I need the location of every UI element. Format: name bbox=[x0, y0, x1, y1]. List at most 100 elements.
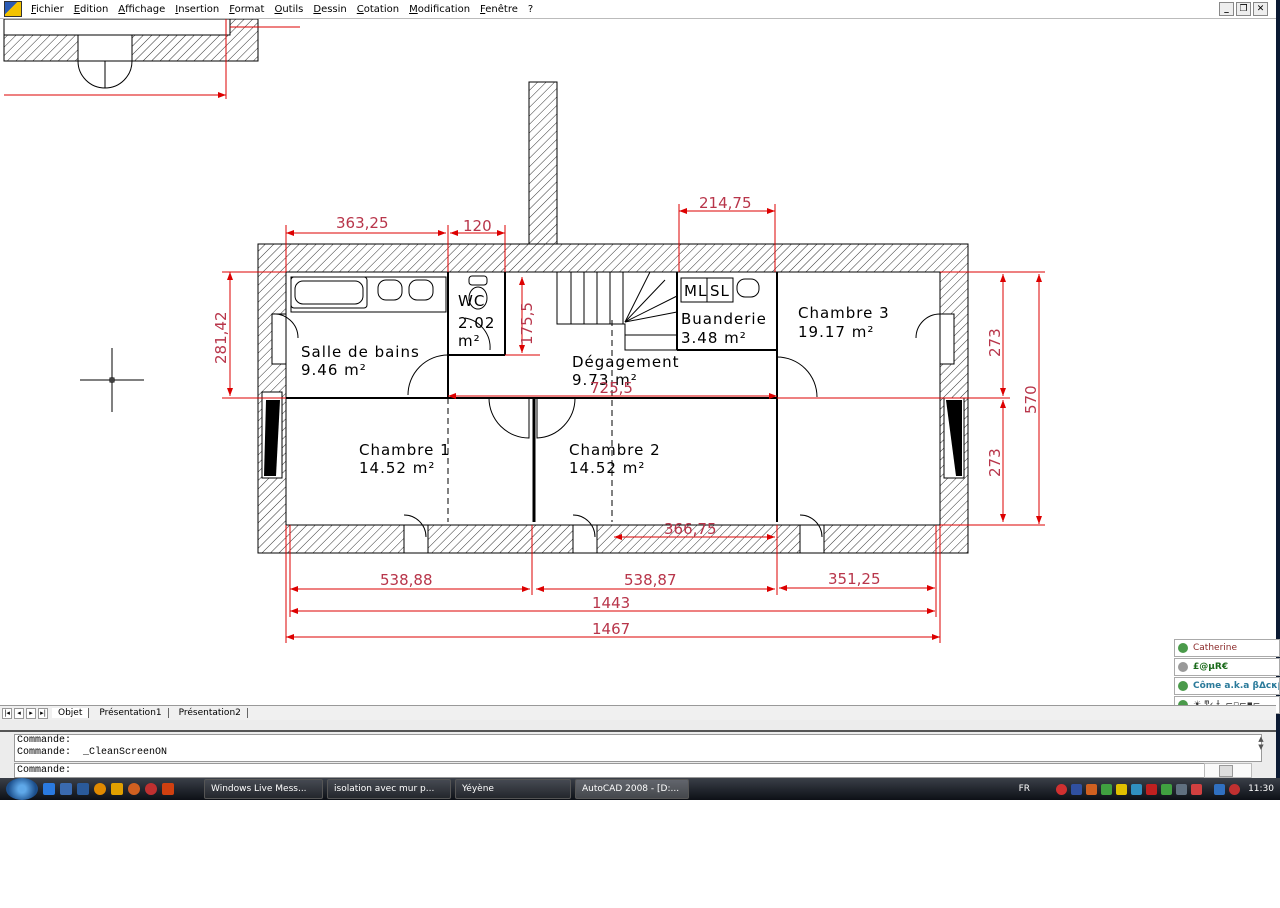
tray-icon[interactable] bbox=[1191, 783, 1203, 795]
menu-dessin[interactable]: Dessin bbox=[313, 4, 346, 15]
dim-1443: 1443 bbox=[592, 594, 630, 612]
dim-1467: 1467 bbox=[592, 620, 630, 638]
close-button[interactable]: ✕ bbox=[1253, 2, 1268, 16]
dim-363-25: 363,25 bbox=[336, 214, 389, 232]
window-controls: _ ❐ ✕ bbox=[1219, 2, 1268, 16]
command-scrollbar[interactable]: ▲ ▼ bbox=[1256, 735, 1266, 760]
room-unit-wc: m² bbox=[458, 332, 481, 350]
app-icon[interactable] bbox=[145, 783, 157, 795]
start-button[interactable] bbox=[6, 778, 38, 800]
tab-presentation2[interactable]: Présentation2 bbox=[173, 708, 248, 718]
scroll-thumb[interactable] bbox=[1219, 765, 1233, 777]
flash-icon[interactable] bbox=[162, 783, 174, 795]
menu-outils[interactable]: Outils bbox=[274, 4, 303, 15]
tray-icon[interactable] bbox=[1101, 783, 1113, 795]
language-indicator[interactable]: FR bbox=[1019, 784, 1030, 794]
menu-cotation[interactable]: Cotation bbox=[357, 4, 399, 15]
tray-icon[interactable] bbox=[1161, 783, 1173, 795]
tray-icon[interactable] bbox=[1131, 783, 1143, 795]
room-name-degagement: Dégagement bbox=[572, 353, 679, 371]
command-history: Commande: Commande: _CleanScreenON bbox=[14, 734, 1262, 762]
network-icon[interactable] bbox=[1214, 783, 1226, 795]
contact-name: Côme a.k.a βΔcκβι... bbox=[1193, 681, 1279, 691]
horizontal-scroll-area bbox=[0, 720, 1276, 730]
room-name-chambre-2: Chambre 2 bbox=[569, 441, 661, 459]
command-hscrollbar[interactable] bbox=[1204, 763, 1252, 778]
task-autocad[interactable]: AutoCAD 2008 - [D:... bbox=[575, 779, 689, 799]
room-area-chambre-2: 14.52 m² bbox=[569, 459, 645, 477]
switch-windows-icon[interactable] bbox=[77, 783, 89, 795]
room-area-buanderie: 3.48 m² bbox=[681, 329, 747, 347]
contact-item[interactable]: £@µR€ bbox=[1174, 658, 1280, 676]
room-area-chambre-1: 14.52 m² bbox=[359, 459, 435, 477]
dim-366-75: 366,75 bbox=[664, 520, 717, 538]
autocad-app-icon[interactable] bbox=[4, 1, 22, 17]
floor-plan: ML SL Salle de bains 9.46 m² WC 2.02 m² … bbox=[3, 18, 1045, 643]
dim-120: 120 bbox=[463, 217, 492, 235]
firefox-icon[interactable] bbox=[128, 783, 140, 795]
command-prompt: Commande: bbox=[17, 765, 72, 776]
room-name-wc: WC bbox=[458, 292, 485, 310]
contact-item[interactable]: Catherine bbox=[1174, 639, 1280, 657]
status-icon bbox=[1178, 681, 1188, 691]
tray-icon[interactable] bbox=[1071, 783, 1083, 795]
tab-objet[interactable]: Objet bbox=[52, 708, 90, 718]
crosshair-cursor bbox=[80, 348, 144, 412]
tray-icon[interactable] bbox=[1116, 783, 1128, 795]
dim-281-42: 281,42 bbox=[212, 312, 230, 365]
menu-affichage[interactable]: Affichage bbox=[118, 4, 165, 15]
info-icon[interactable] bbox=[94, 783, 106, 795]
first-tab-button[interactable]: |◂ bbox=[2, 707, 12, 719]
menu-modification[interactable]: Modification bbox=[409, 4, 470, 15]
dim-214-75: 214,75 bbox=[699, 194, 752, 212]
partial-plan-top-left bbox=[3, 18, 300, 99]
system-tray: FR 11:30 bbox=[1019, 778, 1274, 800]
tab-presentation1[interactable]: Présentation1 bbox=[93, 708, 169, 718]
dim-570: 570 bbox=[1022, 385, 1040, 414]
messenger-contacts-popup: Catherine £@µR€ Côme a.k.a βΔcκβι... ☀ ͳ… bbox=[1174, 639, 1280, 715]
layout-tabs-bar: |◂ ◂ ▸ ▸| Objet Présentation1 Présentati… bbox=[0, 705, 1276, 721]
command-window: Commande: Commande: _CleanScreenON ▲ ▼ Co… bbox=[0, 730, 1276, 778]
task-yeyene[interactable]: Yéyène bbox=[455, 779, 571, 799]
room-area-chambre-3: 19.17 m² bbox=[798, 323, 874, 341]
minimize-button[interactable]: _ bbox=[1219, 2, 1234, 16]
dim-725-5: 725,5 bbox=[590, 379, 633, 397]
prev-tab-button[interactable]: ◂ bbox=[14, 707, 24, 719]
show-desktop-icon[interactable] bbox=[60, 783, 72, 795]
drawing-canvas[interactable]: ML SL Salle de bains 9.46 m² WC 2.02 m² … bbox=[0, 18, 1276, 705]
tray-icon[interactable] bbox=[1146, 783, 1158, 795]
task-windows-live-messenger[interactable]: Windows Live Mess... bbox=[204, 779, 323, 799]
dim-175-5: 175,5 bbox=[518, 302, 536, 345]
tray-icon[interactable] bbox=[1086, 783, 1098, 795]
dim-538-87: 538,87 bbox=[624, 571, 677, 589]
task-isolation[interactable]: isolation avec mur p... bbox=[327, 779, 451, 799]
tray-icon[interactable] bbox=[1056, 783, 1068, 795]
contact-item[interactable]: Côme a.k.a βΔcκβι... bbox=[1174, 677, 1280, 695]
tray-icon[interactable] bbox=[1176, 783, 1188, 795]
sl-label: SL bbox=[710, 282, 730, 300]
command-history-line: Commande: bbox=[17, 735, 72, 746]
ie-icon[interactable] bbox=[43, 783, 55, 795]
menu-fenetre[interactable]: Fenêtre bbox=[480, 4, 518, 15]
menu-format[interactable]: Format bbox=[229, 4, 264, 15]
room-area-salle-de-bains: 9.46 m² bbox=[301, 361, 367, 379]
ml-label: ML bbox=[684, 282, 707, 300]
next-tab-button[interactable]: ▸ bbox=[26, 707, 36, 719]
volume-muted-icon[interactable] bbox=[1229, 783, 1241, 795]
status-icon bbox=[1178, 662, 1188, 672]
room-area-wc: 2.02 bbox=[458, 314, 495, 332]
menu-edition[interactable]: Edition bbox=[74, 4, 109, 15]
restore-button[interactable]: ❐ bbox=[1236, 2, 1251, 16]
room-name-chambre-1: Chambre 1 bbox=[359, 441, 451, 459]
contact-name: £@µR€ bbox=[1193, 662, 1229, 672]
clock[interactable]: 11:30 bbox=[1248, 784, 1274, 794]
media-player-icon[interactable] bbox=[111, 783, 123, 795]
menu-fichier[interactable]: Fichier bbox=[31, 4, 64, 15]
status-icon bbox=[1178, 643, 1188, 653]
command-input[interactable]: Commande: bbox=[14, 763, 1208, 778]
menu-insertion[interactable]: Insertion bbox=[175, 4, 219, 15]
last-tab-button[interactable]: ▸| bbox=[38, 707, 48, 719]
room-name-salle-de-bains: Salle de bains bbox=[301, 343, 420, 361]
command-history-line: Commande: _CleanScreenON bbox=[17, 747, 168, 758]
menu-help[interactable]: ? bbox=[528, 4, 533, 15]
